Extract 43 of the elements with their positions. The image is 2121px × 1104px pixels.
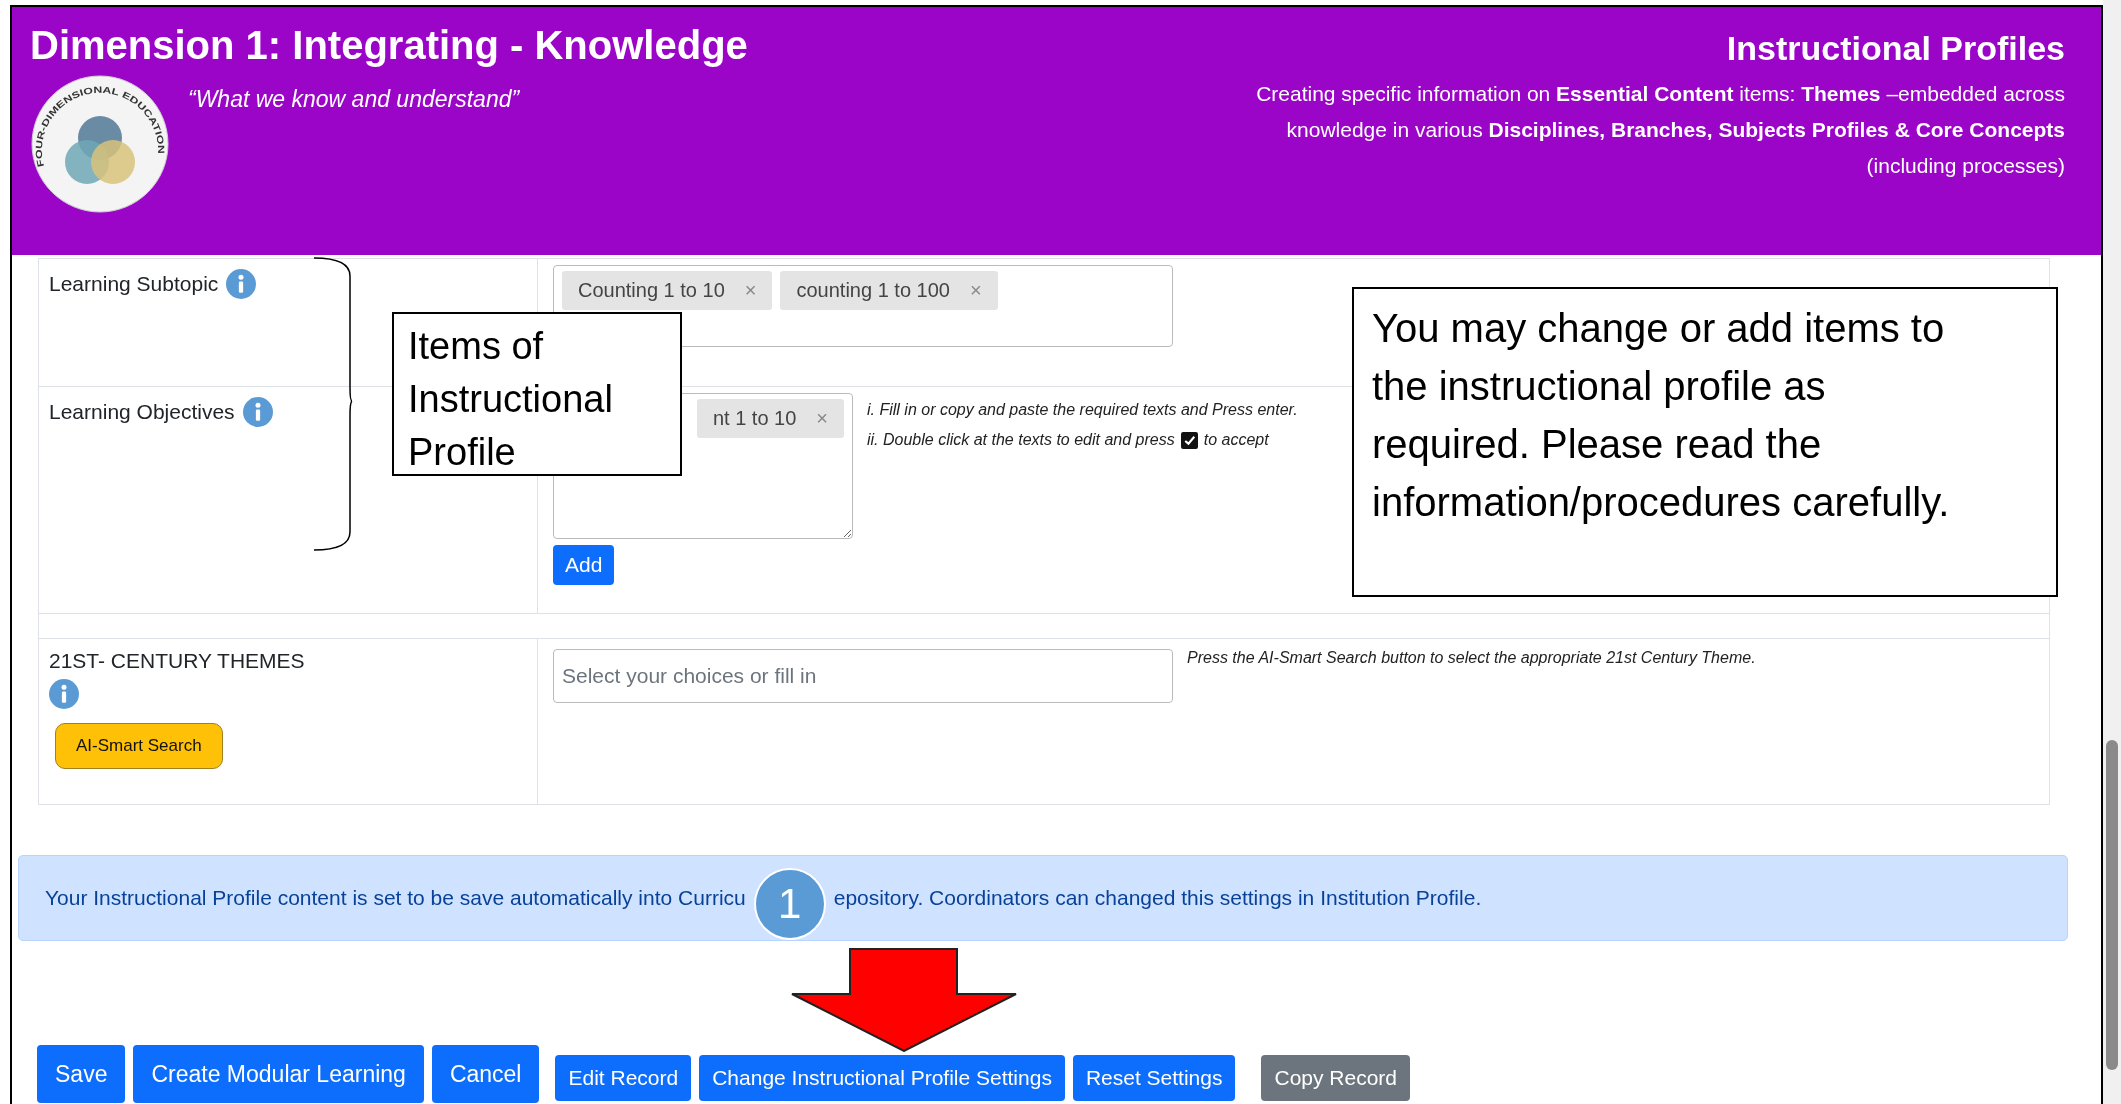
tag-chip[interactable]: Counting 1 to 10 × xyxy=(562,271,773,310)
themes-input-field[interactable]: Select your choices or fill in xyxy=(553,649,1173,703)
quote-text: “What we know and understand” xyxy=(188,86,520,114)
alert-message: epository. Coordinators can changed this settings in Institution Profile. xyxy=(833,886,1482,910)
tag-label: Counting 1 to 10 xyxy=(578,279,725,302)
info-icon[interactable] xyxy=(242,397,273,427)
hint-text: Press the AI-Smart Search button to select the appropriate 21st Century Theme. xyxy=(1187,649,1756,667)
callout-tooltip: Items of Instructional Profile xyxy=(392,312,682,476)
action-button[interactable]: Create Modular Learning xyxy=(133,1045,424,1103)
remove-tag-button[interactable]: × xyxy=(816,407,828,430)
step-number-badge: 1 xyxy=(753,868,826,940)
remove-tag-button[interactable]: × xyxy=(969,279,982,302)
callout-tooltip: You may change or add items to the instructional profile as required. Please read the information/procedures carefully. xyxy=(1352,287,2058,597)
description-text: knowledge in various Disciplines, Branches, Subjects Profiles & Core Concepts xyxy=(1285,117,2065,143)
hint-text: to accept xyxy=(1203,431,1269,449)
tag-label: counting 1 to 100 xyxy=(796,279,950,302)
add-button[interactable]: Add xyxy=(553,545,615,585)
scrollbar-thumb[interactable] xyxy=(2106,740,2118,1070)
ai-smart-search-button[interactable]: AI-Smart Search xyxy=(55,723,223,769)
action-button[interactable]: Save xyxy=(37,1045,126,1103)
action-button[interactable]: Copy Record xyxy=(1261,1055,1411,1101)
page-title: Dimension 1: Integrating - Knowledge xyxy=(30,23,748,68)
action-button[interactable]: Edit Record xyxy=(555,1055,692,1101)
field-label: Learning Subtopic xyxy=(49,272,219,296)
info-icon[interactable] xyxy=(49,679,79,709)
tag-chip[interactable]: counting 1 to 100 × xyxy=(780,271,998,310)
section-title: Instructional Profiles xyxy=(1726,29,2065,68)
action-button[interactable]: Reset Settings xyxy=(1072,1055,1236,1101)
action-button[interactable]: Cancel xyxy=(431,1045,540,1103)
tag-chip[interactable]: nt 1 to 10 × xyxy=(696,399,844,438)
checkbox-icon xyxy=(1180,431,1198,449)
hint-text: ii. Double click at the texts to edit and press xyxy=(867,431,1175,449)
info-icon[interactable] xyxy=(226,269,257,299)
alert-message: Your Instructional Profile content is set to be save automatically into Curricu xyxy=(45,886,746,910)
field-label: Learning Objectives xyxy=(49,400,235,424)
field-label: 21ST- CENTURY THEMES xyxy=(49,649,305,673)
description-text: Creating specific information on Essential Content items: Themes –embedded across xyxy=(1256,81,2065,107)
tag-label: nt 1 to 10 xyxy=(712,407,797,430)
scrollbar[interactable] xyxy=(2103,0,2121,1104)
remove-tag-button[interactable]: × xyxy=(744,279,757,302)
description-text: (including processes) xyxy=(1865,153,2065,179)
hint-text: i. Fill in or copy and paste the required texts and Press enter. xyxy=(867,401,1298,419)
action-button[interactable]: Change Instructional Profile Settings xyxy=(699,1055,1065,1101)
